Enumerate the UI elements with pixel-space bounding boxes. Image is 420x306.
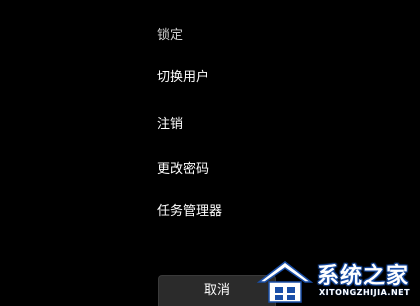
menu-item-lock[interactable]: 锁定 <box>157 23 191 49</box>
security-options-menu: 锁定 切换用户 注销 更改密码 任务管理器 <box>157 0 357 240</box>
menu-item-change-password[interactable]: 更改密码 <box>157 157 217 183</box>
watermark-title: 系统之家 <box>317 264 410 289</box>
watermark: 系统之家 XITONGZHIJIA.NET <box>255 248 420 306</box>
menu-item-task-manager[interactable]: 任务管理器 <box>157 199 230 225</box>
menu-item-switch-user[interactable]: 切换用户 <box>157 65 217 91</box>
menu-item-sign-out[interactable]: 注销 <box>157 112 191 138</box>
watermark-url: XITONGZHIJIA.NET <box>319 288 411 297</box>
secure-attention-screen: 锁定 切换用户 注销 更改密码 任务管理器 取消 系统之家 XITONGZHIJ… <box>0 0 420 306</box>
cancel-button[interactable]: 取消 <box>158 275 276 306</box>
